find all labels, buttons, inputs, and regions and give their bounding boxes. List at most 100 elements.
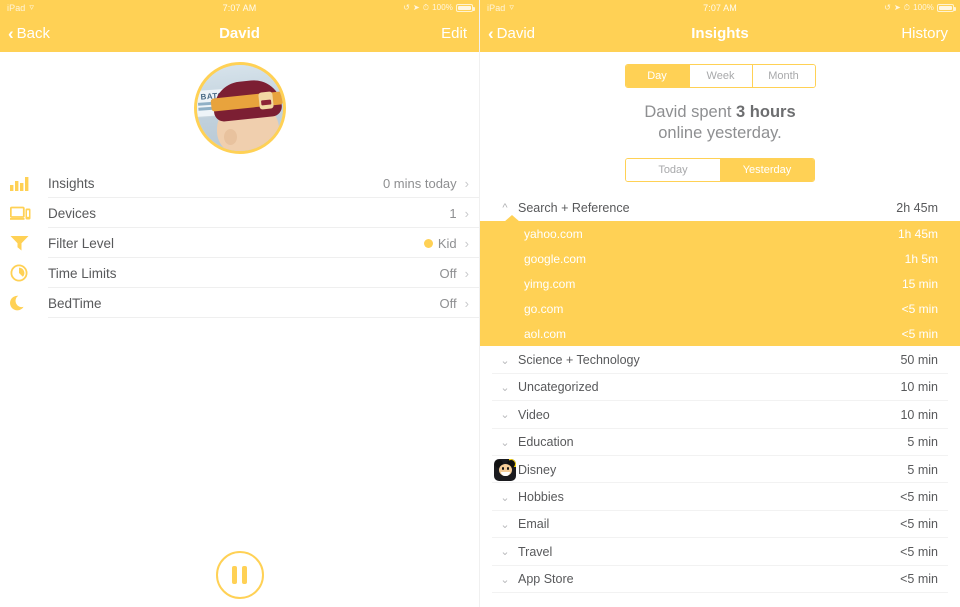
tab-yesterday[interactable]: Yesterday <box>720 159 814 181</box>
category-sites-panel: yahoo.com 1h 45m google.com 1h 5m yimg.c… <box>480 215 960 347</box>
chevron-right-icon: › <box>464 265 469 281</box>
site-time: 15 min <box>901 276 938 291</box>
category-name: Video <box>518 407 550 422</box>
category-row-disney[interactable]: Disney 5 min <box>480 456 960 484</box>
tab-today[interactable]: Today <box>626 159 720 181</box>
sidebar-item-insights[interactable]: Insights 0 mins today › <box>0 168 479 198</box>
chevron-right-icon: › <box>464 205 469 221</box>
sidebar-item-value: Kid <box>423 236 457 251</box>
devices-icon <box>10 206 42 221</box>
day-segmented-control[interactable]: Today Yesterday <box>625 158 815 182</box>
rotation-lock-icon: ↺ <box>403 3 410 12</box>
chevron-down-icon: ⌄ <box>500 491 510 504</box>
category-time: <5 min <box>900 517 938 532</box>
chevron-down-icon: ⌄ <box>500 354 510 367</box>
site-row[interactable]: yimg.com 15 min <box>480 271 960 296</box>
sidebar-item-filter-level[interactable]: Filter Level Kid › <box>0 228 479 258</box>
category-name: Travel <box>518 544 553 559</box>
sidebar-item-bedtime[interactable]: BedTime Off › <box>0 288 479 318</box>
chevron-down-icon: ⌄ <box>500 518 510 531</box>
sidebar-item-value: Off <box>440 296 457 311</box>
left-nav-bar: ‹ Back David Edit <box>0 15 479 52</box>
site-name: go.com <box>524 301 564 316</box>
category-time: 10 min <box>900 380 938 395</box>
app-screen: iPad ▿ 7:07 AM ↺ ➤ ⏱ 100% ‹ Back David E… <box>0 0 960 607</box>
sidebar-item-value: Off <box>440 266 457 281</box>
category-row-video[interactable]: ⌄ Video 10 min <box>480 401 960 429</box>
category-row-science-technology[interactable]: ⌄ Science + Technology 50 min <box>480 346 960 374</box>
history-button[interactable]: History <box>901 25 948 42</box>
sidebar-item-label: Insights <box>48 175 95 191</box>
site-time: 1h 5m <box>904 251 938 266</box>
summary-amount: 3 hours <box>736 103 796 121</box>
sidebar-item-label: Filter Level <box>48 235 115 251</box>
category-time: <5 min <box>900 544 938 559</box>
usage-summary: David spent 3 hours online yesterday. <box>480 102 960 144</box>
site-row[interactable]: google.com 1h 5m <box>480 246 960 271</box>
alarm-icon: ⏱ <box>422 2 430 12</box>
pause-button[interactable] <box>215 551 264 599</box>
category-row-education[interactable]: ⌄ Education 5 min <box>480 429 960 456</box>
battery-icon <box>937 3 956 12</box>
tab-week[interactable]: Week <box>688 65 752 87</box>
filter-level-dot <box>423 238 433 248</box>
category-time: 10 min <box>900 407 938 422</box>
category-row-hobbies[interactable]: ⌄ Hobbies <5 min <box>480 483 960 511</box>
category-name: App Store <box>518 572 574 587</box>
category-row-app-store[interactable]: ⌄ App Store <5 min <box>480 566 960 593</box>
filter-funnel-icon <box>10 235 42 251</box>
left-status-bar: iPad ▿ 7:07 AM ↺ ➤ ⏱ 100% <box>0 0 479 15</box>
chevron-down-icon: ⌄ <box>500 409 510 422</box>
bedtime-value: Off <box>439 295 457 311</box>
battery-percent: 100% <box>432 3 453 12</box>
sidebar-item-time-limits[interactable]: Time Limits Off › <box>0 258 479 288</box>
site-time: <5 min <box>901 326 938 341</box>
sidebar-item-label: Time Limits <box>48 265 117 281</box>
row-divider <box>48 317 479 318</box>
site-row[interactable]: go.com <5 min <box>480 296 960 321</box>
panel-pointer <box>504 215 520 223</box>
left-pane-profile: iPad ▿ 7:07 AM ↺ ➤ ⏱ 100% ‹ Back David E… <box>0 0 480 607</box>
site-row[interactable]: yahoo.com 1h 45m <box>480 221 960 246</box>
pause-button-container <box>0 551 479 599</box>
time-limits-value: Off <box>439 265 457 281</box>
settings-list: Insights 0 mins today › Devices 1 › Filt… <box>0 168 479 318</box>
edit-button[interactable]: Edit <box>441 25 467 42</box>
avatar-photo-hat-patch <box>257 91 274 110</box>
sidebar-item-value: 1 <box>449 206 456 221</box>
tab-day[interactable]: Day <box>625 65 689 87</box>
category-row-travel[interactable]: ⌄ Travel <5 min <box>480 538 960 566</box>
category-row-search-reference[interactable]: ^ Search + Reference 2h 45m <box>480 194 960 221</box>
disney-app-icon <box>492 458 518 481</box>
site-time: 1h 45m <box>897 226 938 241</box>
range-segmented-control[interactable]: Day Week Month <box>624 64 816 88</box>
site-time: <5 min <box>901 301 938 316</box>
right-status-bar: iPad ▿ 7:07 AM ↺ ➤ ⏱ 100% <box>480 0 960 15</box>
range-segmented-control-wrap: Day Week Month <box>480 64 960 88</box>
chevron-right-icon: › <box>464 175 469 191</box>
category-time: <5 min <box>900 572 938 587</box>
summary-prefix: David spent <box>644 103 737 121</box>
avatar[interactable]: BATOB <box>193 62 286 154</box>
category-time: 5 min <box>907 462 938 477</box>
avatar-photo-ear <box>223 129 237 145</box>
tab-month[interactable]: Month <box>751 65 815 87</box>
pause-bar-left <box>232 566 237 584</box>
devices-value: 1 <box>449 205 457 221</box>
status-right: ↺ ➤ ⏱ 100% <box>403 2 475 13</box>
right-page-title: Insights <box>691 25 749 42</box>
location-arrow-icon: ➤ <box>412 3 420 12</box>
pause-bar-right <box>242 566 247 584</box>
sidebar-item-label: Devices <box>48 205 97 221</box>
chevron-down-icon: ⌄ <box>500 546 510 559</box>
battery-percent: 100% <box>913 3 934 12</box>
category-row-uncategorized[interactable]: ⌄ Uncategorized 10 min <box>480 374 960 402</box>
site-row[interactable]: aol.com <5 min <box>480 321 960 346</box>
moon-icon <box>10 295 42 312</box>
sidebar-item-devices[interactable]: Devices 1 › <box>0 198 479 228</box>
site-name: google.com <box>524 251 587 266</box>
right-pane-insights: iPad ▿ 7:07 AM ↺ ➤ ⏱ 100% ‹ David Insigh… <box>480 0 960 607</box>
insights-value: 0 mins today <box>382 175 457 191</box>
site-name: aol.com <box>524 326 567 341</box>
category-row-email[interactable]: ⌄ Email <5 min <box>480 511 960 539</box>
